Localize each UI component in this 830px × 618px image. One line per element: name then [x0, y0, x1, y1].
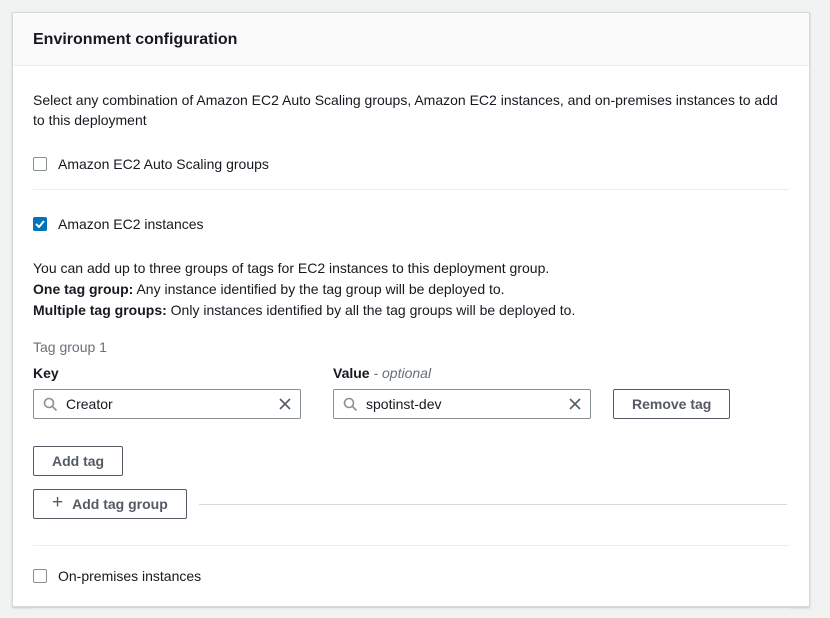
- key-search-box: [33, 389, 301, 419]
- section-divider: [33, 545, 789, 546]
- value-label-text: Value: [333, 365, 373, 381]
- checkmark-icon: [35, 220, 45, 228]
- panel-body: Select any combination of Amazon EC2 Aut…: [13, 90, 809, 609]
- section-divider: [33, 608, 789, 609]
- add-tag-button[interactable]: Add tag: [33, 446, 123, 476]
- tag-help-line-3-rest: Only instances identified by all the tag…: [167, 302, 576, 318]
- clear-value-icon[interactable]: [568, 397, 582, 411]
- ec2-instances-checkbox[interactable]: [33, 217, 47, 231]
- panel-description: Select any combination of Amazon EC2 Aut…: [33, 90, 789, 130]
- horizontal-rule: [199, 504, 787, 505]
- on-premises-label: On-premises instances: [58, 568, 201, 584]
- add-tag-group-label: Add tag group: [72, 496, 168, 512]
- value-label-optional: - optional: [373, 365, 431, 381]
- panel-header: Environment configuration: [13, 13, 809, 66]
- tag-help-line-1: You can add up to three groups of tags f…: [33, 258, 789, 279]
- checkbox-row-ec2-instances[interactable]: Amazon EC2 instances: [33, 216, 789, 232]
- tag-help-line-2-rest: Any instance identified by the tag group…: [133, 281, 504, 297]
- clear-key-icon[interactable]: [278, 397, 292, 411]
- plus-icon: +: [52, 492, 63, 514]
- add-tag-group-row: + Add tag group: [33, 489, 789, 519]
- tag-form-row: Key Value - optional: [33, 365, 789, 419]
- tag-help-line-2-bold: One tag group:: [33, 281, 133, 297]
- auto-scaling-groups-checkbox[interactable]: [33, 157, 47, 171]
- search-icon: [343, 397, 358, 412]
- on-premises-checkbox[interactable]: [33, 569, 47, 583]
- key-label: Key: [33, 365, 301, 381]
- checkbox-row-auto-scaling-groups[interactable]: Amazon EC2 Auto Scaling groups: [33, 156, 789, 172]
- value-field-column: Value - optional: [333, 365, 591, 419]
- ec2-instances-label: Amazon EC2 instances: [58, 216, 204, 232]
- value-search-box: [333, 389, 591, 419]
- section-divider: [33, 189, 789, 190]
- auto-scaling-groups-label: Amazon EC2 Auto Scaling groups: [58, 156, 269, 172]
- tag-group-help-text: You can add up to three groups of tags f…: [33, 258, 789, 321]
- key-field-column: Key: [33, 365, 301, 419]
- checkbox-row-on-premises[interactable]: On-premises instances: [33, 568, 789, 584]
- value-input[interactable]: [366, 396, 568, 412]
- tag-help-line-3: Multiple tag groups: Only instances iden…: [33, 300, 789, 321]
- value-label: Value - optional: [333, 365, 591, 381]
- key-input[interactable]: [66, 396, 278, 412]
- add-tag-group-button[interactable]: + Add tag group: [33, 489, 187, 519]
- panel-title: Environment configuration: [33, 31, 789, 49]
- tag-help-line-3-bold: Multiple tag groups:: [33, 302, 167, 318]
- remove-tag-button[interactable]: Remove tag: [613, 389, 730, 419]
- remove-tag-column: Remove tag: [613, 389, 730, 419]
- tag-group-title: Tag group 1: [33, 339, 789, 355]
- search-icon: [43, 397, 58, 412]
- environment-configuration-panel: Environment configuration Select any com…: [12, 12, 810, 607]
- tag-help-line-2: One tag group: Any instance identified b…: [33, 279, 789, 300]
